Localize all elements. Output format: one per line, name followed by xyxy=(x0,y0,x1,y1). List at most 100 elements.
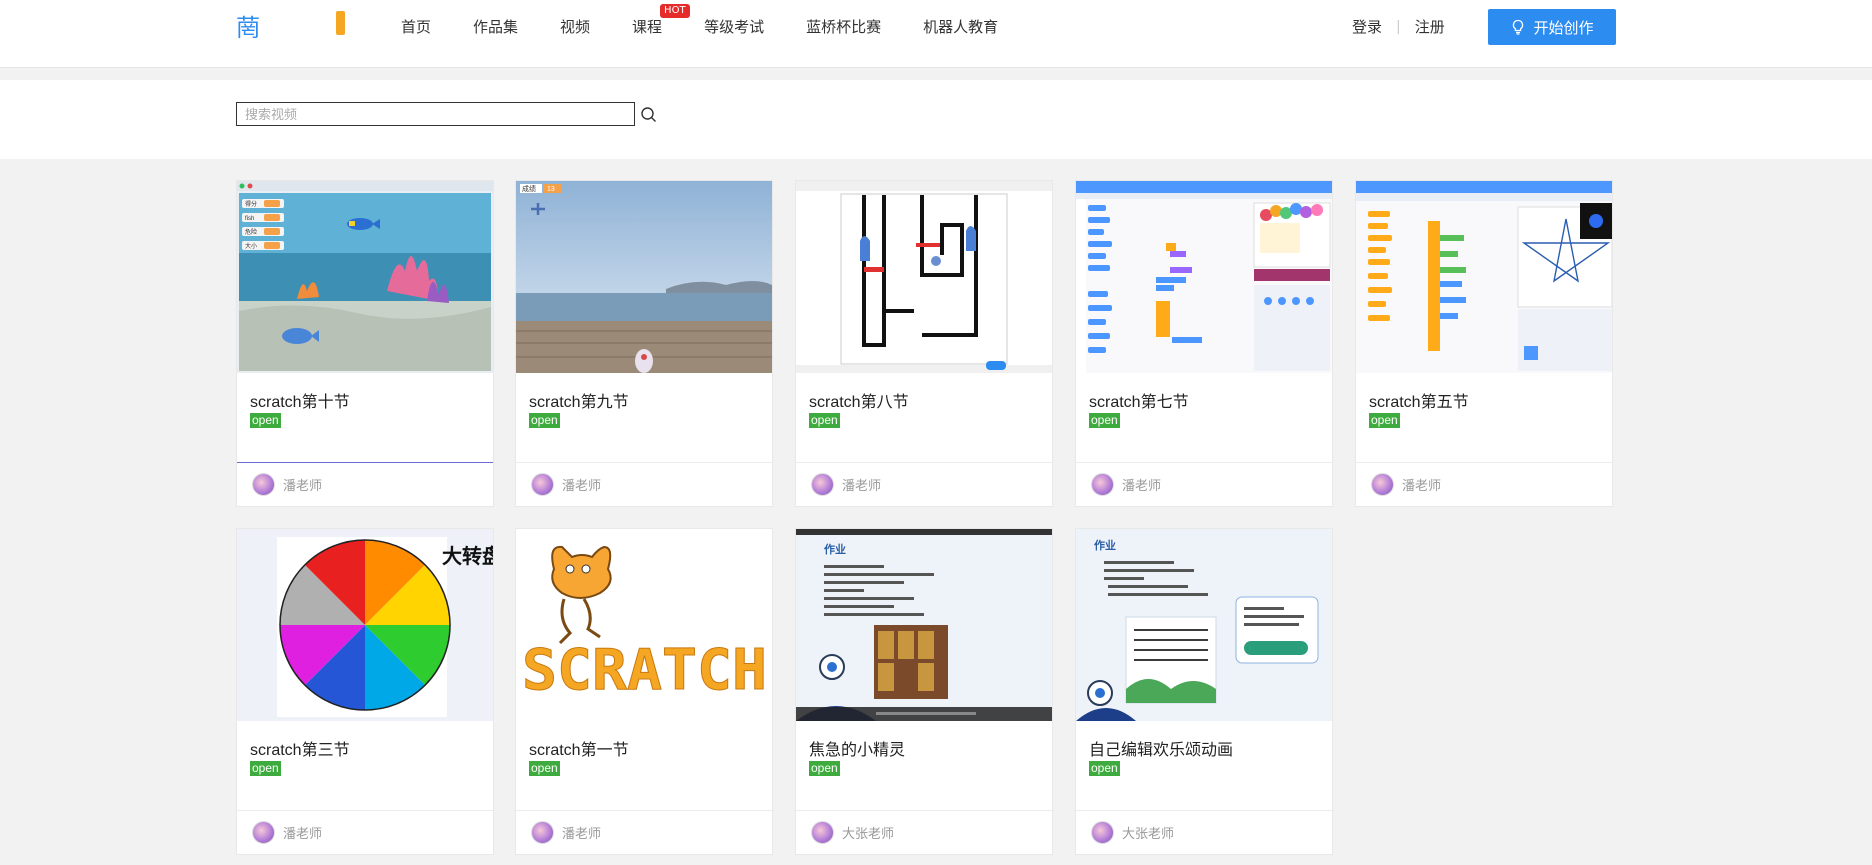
video-thumbnail-scratch-logo: SCRATCH xyxy=(516,529,772,721)
video-card[interactable]: scratch第七节 open 潘老师 xyxy=(1075,180,1333,507)
avatar xyxy=(1091,821,1114,844)
video-thumbnail-aquarium: 得分 fish 危险 大小 xyxy=(237,181,493,373)
nav-courses[interactable]: 课程 HOT xyxy=(632,0,690,54)
svg-text:危险: 危险 xyxy=(245,228,257,236)
wheel-title: 大转盘 xyxy=(442,544,493,568)
nav-robot-education-label: 机器人教育 xyxy=(923,18,999,36)
svg-text:大小: 大小 xyxy=(245,242,257,250)
video-card[interactable]: 大转盘 scratch第三节 open 潘老师 xyxy=(236,528,494,855)
author-name: 大张老师 xyxy=(842,827,895,842)
card-divider xyxy=(516,462,772,463)
video-thumbnail-maze xyxy=(796,181,1052,373)
author-name: 潘老师 xyxy=(1402,479,1442,494)
video-title[interactable]: 焦急的小精灵 xyxy=(809,736,905,760)
logo-mark xyxy=(336,11,345,35)
open-badge: open xyxy=(809,761,840,776)
register-link[interactable]: 注册 xyxy=(1415,0,1445,54)
author-name: 潘老师 xyxy=(842,479,882,494)
video-card[interactable]: 作业 自己编辑欢乐颂动画 open 大张老师 xyxy=(1075,528,1333,855)
video-title[interactable]: scratch第一节 xyxy=(529,736,629,760)
hot-badge: HOT xyxy=(660,4,690,18)
avatar xyxy=(531,821,554,844)
avatar xyxy=(1371,473,1394,496)
video-title[interactable]: scratch第九节 xyxy=(529,388,629,412)
author-info: 潘老师 xyxy=(811,473,881,496)
author-name: 潘老师 xyxy=(562,479,602,494)
author-info: 潘老师 xyxy=(252,473,322,496)
nav-videos-label: 视频 xyxy=(560,18,591,36)
nav-robot-education[interactable]: 机器人教育 xyxy=(923,0,998,54)
video-card[interactable]: 作业 焦急的小精灵 open 大张老师 xyxy=(795,528,1053,855)
video-card[interactable]: 成绩 13 scratch第九节 open 潘老师 xyxy=(515,180,773,507)
homework-label: 作业 xyxy=(824,542,846,556)
author-info: 潘老师 xyxy=(531,473,601,496)
video-thumbnail-homework-music: 作业 xyxy=(1076,529,1332,721)
open-badge: open xyxy=(250,761,281,776)
search-input[interactable] xyxy=(236,102,635,126)
video-title[interactable]: scratch第五节 xyxy=(1369,388,1469,412)
main-nav: 首页 作品集 视频 课程 HOT 等级考试 蓝桥杯比赛 机器人教育 xyxy=(380,0,1019,54)
open-badge: open xyxy=(1369,413,1400,428)
video-title[interactable]: 自己编辑欢乐颂动画 xyxy=(1089,736,1233,760)
start-creating-label: 开始创作 xyxy=(1533,18,1594,37)
open-badge: open xyxy=(1089,413,1120,428)
avatar xyxy=(811,821,834,844)
homework-label: 作业 xyxy=(1094,538,1116,552)
video-thumbnail-homework-library: 作业 xyxy=(796,529,1052,721)
card-divider xyxy=(1076,810,1332,811)
nav-grade-exam[interactable]: 等级考试 xyxy=(704,0,764,54)
card-divider xyxy=(796,810,1052,811)
scratch-logo-text: SCRATCH xyxy=(522,638,767,703)
video-title[interactable]: scratch第七节 xyxy=(1089,388,1189,412)
open-badge: open xyxy=(529,413,560,428)
open-badge: open xyxy=(529,761,560,776)
card-divider xyxy=(237,462,493,463)
author-name: 潘老师 xyxy=(562,827,602,842)
auth-links: 登录 | 注册 xyxy=(1352,0,1445,54)
start-creating-button[interactable]: 开始创作 xyxy=(1488,9,1616,45)
card-divider xyxy=(796,462,1052,463)
nav-portfolio[interactable]: 作品集 xyxy=(473,0,518,54)
author-info: 潘老师 xyxy=(252,821,322,844)
open-badge: open xyxy=(1089,761,1120,776)
author-info: 潘老师 xyxy=(1091,473,1161,496)
video-thumbnail-editor-balloons xyxy=(1076,181,1332,373)
video-title[interactable]: scratch第十节 xyxy=(250,388,350,412)
video-card[interactable]: scratch第五节 open 潘老师 xyxy=(1355,180,1613,507)
logo-text: 菵 xyxy=(236,14,260,42)
video-thumbnail-editor-star xyxy=(1356,181,1612,373)
video-card[interactable]: 得分 fish 危险 大小 scratch第十节 open 潘老师 xyxy=(236,180,494,507)
auth-separator: | xyxy=(1396,19,1401,35)
avatar xyxy=(531,473,554,496)
nav-lanqiao-contest-label: 蓝桥杯比赛 xyxy=(806,18,882,36)
nav-grade-exam-label: 等级考试 xyxy=(704,18,765,36)
author-name: 潘老师 xyxy=(1122,479,1162,494)
avatar xyxy=(811,473,834,496)
video-title[interactable]: scratch第八节 xyxy=(809,388,909,412)
video-card[interactable]: scratch第八节 open 潘老师 xyxy=(795,180,1053,507)
avatar xyxy=(252,473,275,496)
card-divider xyxy=(516,810,772,811)
author-info: 潘老师 xyxy=(531,821,601,844)
author-name: 大张老师 xyxy=(1122,827,1175,842)
search-bar xyxy=(0,80,1872,159)
open-badge: open xyxy=(250,413,281,428)
nav-home[interactable]: 首页 xyxy=(401,0,431,54)
avatar xyxy=(252,821,275,844)
author-info: 大张老师 xyxy=(811,821,894,844)
card-divider xyxy=(1356,462,1612,463)
video-card[interactable]: SCRATCH scratch第一节 open 潘老师 xyxy=(515,528,773,855)
nav-courses-label: 课程 xyxy=(632,18,663,36)
search-icon[interactable] xyxy=(640,106,658,124)
login-link[interactable]: 登录 xyxy=(1352,0,1382,54)
nav-portfolio-label: 作品集 xyxy=(473,18,519,36)
svg-text:fish: fish xyxy=(245,216,254,222)
nav-home-label: 首页 xyxy=(401,18,432,36)
nav-videos[interactable]: 视频 xyxy=(560,0,590,54)
author-info: 大张老师 xyxy=(1091,821,1174,844)
video-title[interactable]: scratch第三节 xyxy=(250,736,350,760)
site-logo[interactable]: 菵 xyxy=(236,8,346,42)
nav-lanqiao-contest[interactable]: 蓝桥杯比赛 xyxy=(806,0,881,54)
card-divider xyxy=(237,810,493,811)
avatar xyxy=(1091,473,1114,496)
